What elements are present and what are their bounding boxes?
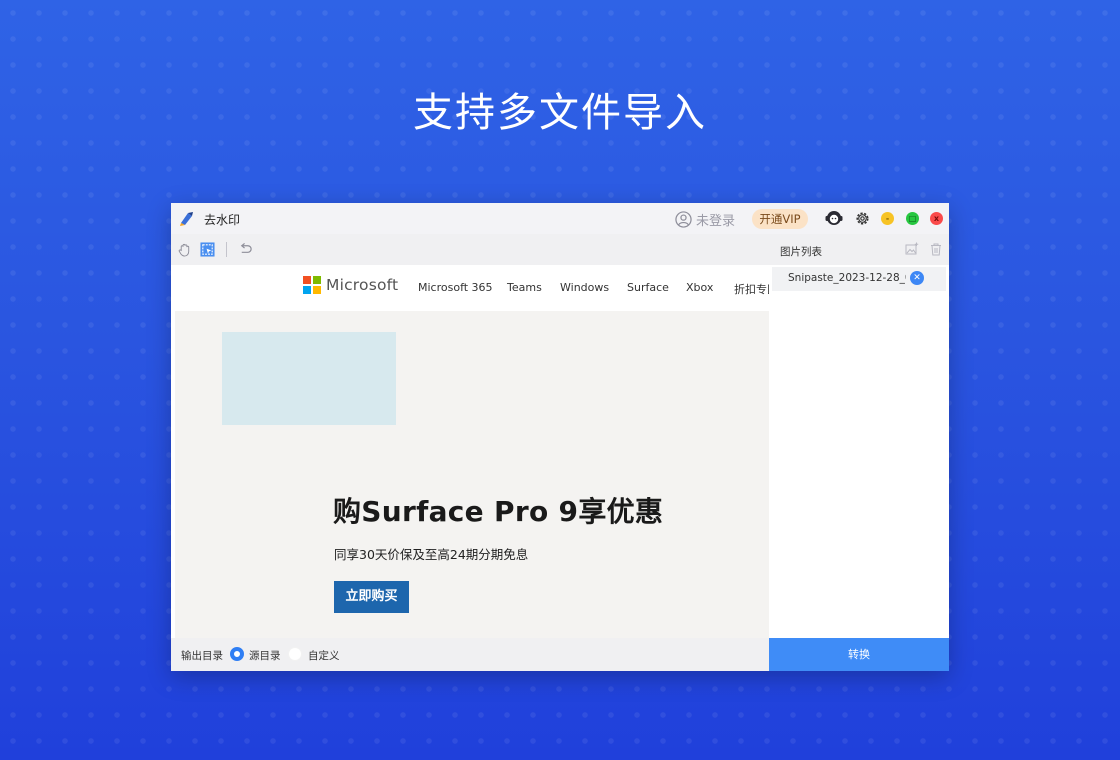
file-name: Snipaste_2023-12-28_09- — [788, 272, 906, 284]
vip-button[interactable]: 开通VIP — [752, 209, 808, 229]
nav-link: Xbox — [686, 281, 714, 294]
login-button[interactable]: 未登录 — [675, 210, 735, 229]
radio-custom-label[interactable]: 自定义 — [308, 648, 340, 663]
output-bar: 输出目录 源目录 自定义 — [171, 638, 769, 671]
logo-square-blue — [303, 286, 311, 294]
title-bar: 去水印 未登录 开通VIP - □ x — [171, 203, 949, 234]
gear-icon[interactable] — [854, 210, 871, 227]
remove-file-icon[interactable]: ✕ — [910, 271, 924, 285]
nav-link: Microsoft 365 — [418, 281, 493, 294]
radio-source-dir[interactable] — [230, 647, 244, 661]
nav-link: Windows — [560, 281, 610, 294]
image-list-panel: 图片列表 Snipaste_2023-12-28_09- ✕ 转换 — [769, 234, 949, 671]
website-nav: Microsoft Microsoft 365 Teams Windows Su… — [171, 265, 769, 311]
image-list-title: 图片列表 — [780, 246, 822, 258]
image-placeholder — [222, 332, 396, 425]
image-preview[interactable]: Microsoft Microsoft 365 Teams Windows Su… — [171, 265, 769, 638]
radio-custom-dir[interactable] — [288, 647, 302, 661]
promo-title: 购Surface Pro 9享优惠 — [333, 495, 664, 528]
hand-icon[interactable] — [177, 242, 192, 257]
minimize-button[interactable]: - — [881, 212, 894, 225]
promo-banner: 购Surface Pro 9享优惠 同享30天价保及至高24期分期免息 立即购买 — [175, 311, 769, 638]
image-list-header: 图片列表 — [769, 234, 949, 265]
logo-square-red — [303, 276, 311, 284]
logo-square-yellow — [313, 286, 321, 294]
promo-subtitle: 同享30天价保及至高24期分期免息 — [334, 547, 529, 562]
app-logo-icon — [180, 212, 193, 226]
nav-link: Teams — [507, 281, 542, 294]
editor-toolbar — [171, 234, 769, 265]
headset-icon[interactable] — [824, 208, 844, 228]
add-image-icon[interactable] — [905, 242, 919, 256]
app-name: 去水印 — [204, 213, 241, 227]
select-icon[interactable] — [200, 242, 215, 257]
login-label: 未登录 — [696, 214, 736, 229]
microsoft-logo-icon — [303, 276, 321, 294]
output-dir-label: 输出目录 — [181, 650, 223, 662]
trash-icon[interactable] — [929, 242, 943, 256]
maximize-button[interactable]: □ — [906, 212, 919, 225]
undo-icon[interactable] — [238, 242, 253, 257]
toolbar-divider — [226, 242, 227, 257]
user-icon — [675, 211, 692, 228]
app-window: 去水印 未登录 开通VIP - □ x Microsoft Microsoft … — [171, 203, 949, 671]
page-headline: 支持多文件导入 — [413, 90, 707, 136]
brand-name: Microsoft — [326, 276, 399, 294]
logo-square-green — [313, 276, 321, 284]
nav-link: Surface — [627, 281, 669, 294]
buy-now-button: 立即购买 — [334, 581, 409, 613]
nav-link: 折扣专区 — [734, 283, 769, 296]
radio-source-label[interactable]: 源目录 — [249, 648, 281, 663]
convert-button[interactable]: 转换 — [769, 638, 949, 671]
list-item[interactable]: Snipaste_2023-12-28_09- ✕ — [772, 267, 946, 291]
close-button[interactable]: x — [930, 212, 943, 225]
